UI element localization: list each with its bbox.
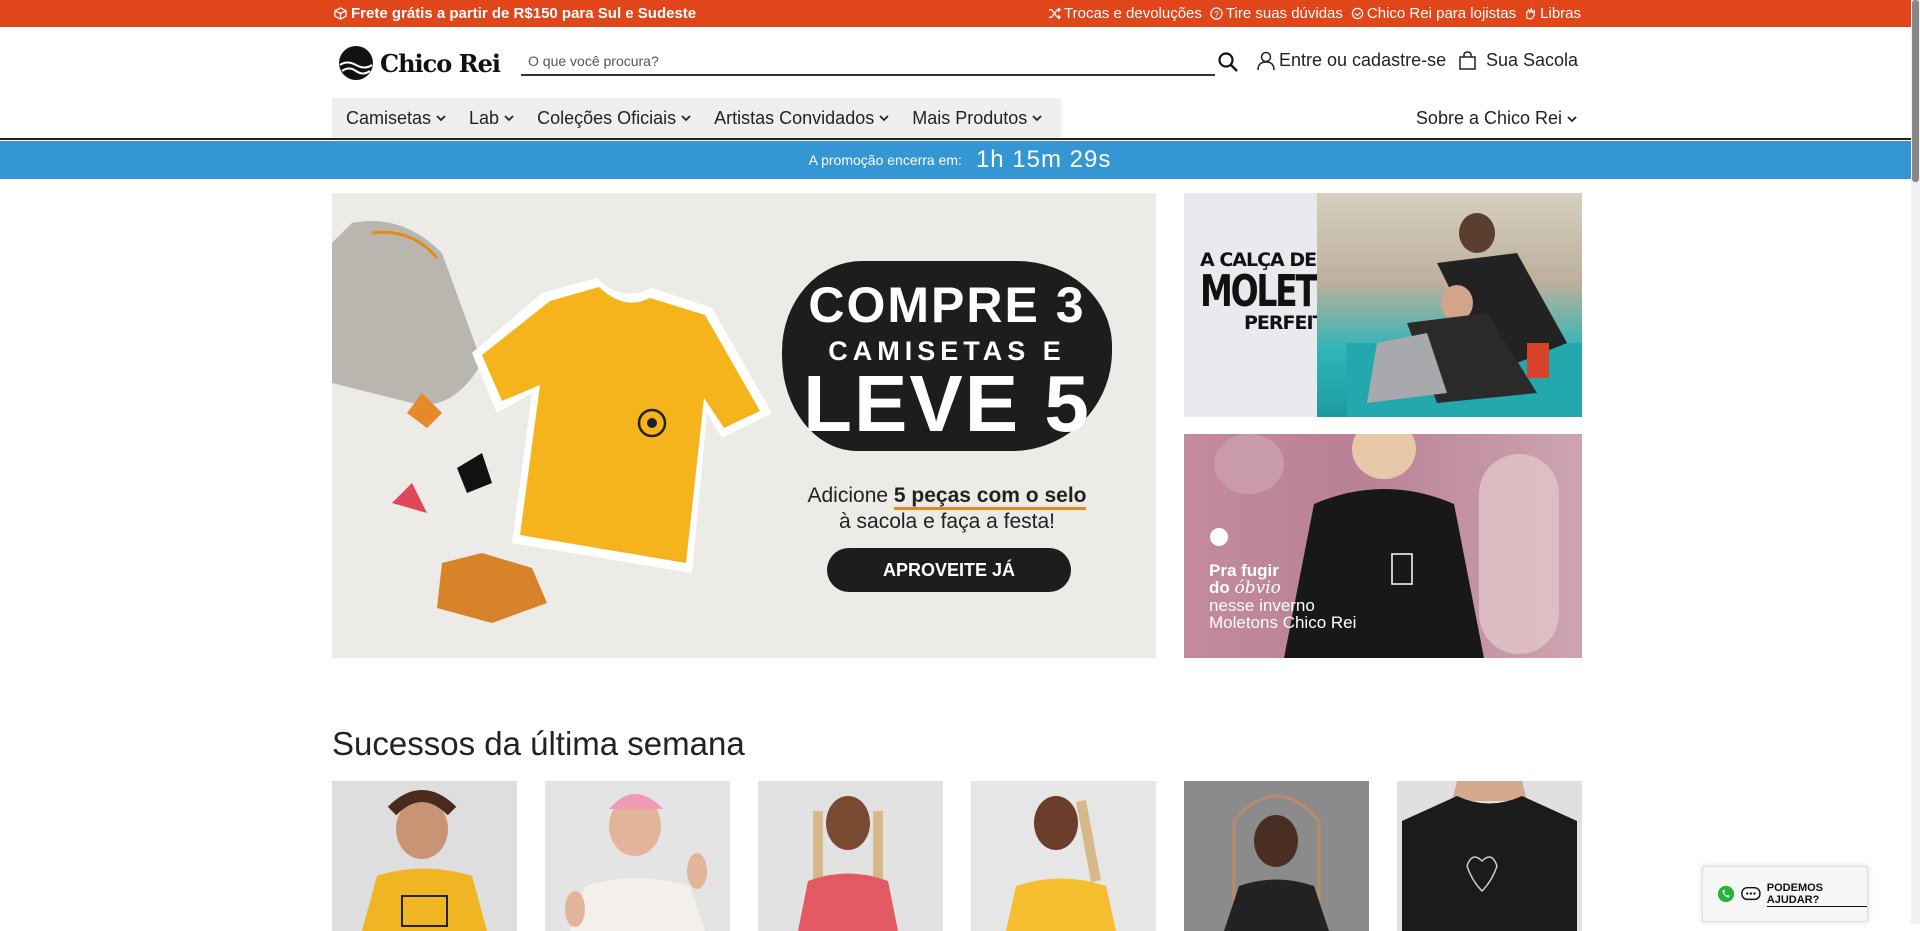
main-nav: Camisetas Lab Coleções Oficiais Artistas… xyxy=(332,98,1062,138)
top-bar: Frete grátis a partir de R$150 para Sul … xyxy=(0,0,1920,27)
chevron-down-icon xyxy=(681,115,691,122)
returns-link[interactable]: Trocas e devoluções xyxy=(1048,5,1202,22)
retailers-link[interactable]: Chico Rei para lojistas xyxy=(1351,5,1516,22)
nav-item-about-label: Sobre a Chico Rei xyxy=(1415,108,1562,128)
yellow-tshirt-illustration xyxy=(472,278,772,573)
nav-item-artistas-label: Artistas Convidados xyxy=(714,107,875,128)
help-chat-label: PODEMOS AJUDAR? xyxy=(1766,882,1867,907)
chevron-down-icon xyxy=(436,115,446,122)
hero-sub-highlight: 5 peças com o selo xyxy=(893,484,1087,510)
chevron-down-icon xyxy=(1567,115,1577,122)
shuffle-icon xyxy=(1048,7,1061,20)
sign-language-icon xyxy=(1524,7,1537,20)
side2-line-2a: do xyxy=(1209,578,1235,597)
whatsapp-icon xyxy=(1717,885,1735,903)
side2-line-2b: óbvio xyxy=(1234,578,1281,598)
product-card[interactable] xyxy=(971,781,1156,931)
search-input[interactable] xyxy=(521,49,1215,73)
hero-line-3: LEVE 5 xyxy=(803,359,1091,448)
nav-item-mais-produtos-label: Mais Produtos xyxy=(912,107,1028,128)
libras-link-label: Libras xyxy=(1540,5,1581,22)
chevron-down-icon xyxy=(1032,115,1042,122)
side-banner-sweatshirts[interactable]: Pra fugir do óbvio nesse inverno Moleton… xyxy=(1184,434,1582,658)
orange-tshirt-illustration xyxy=(437,553,547,623)
shopping-bag-link[interactable]: Sua Sacola xyxy=(1459,50,1578,71)
side2-line-1: Pra fugir xyxy=(1209,561,1279,580)
section-title-best-sellers: Sucessos da última semana xyxy=(332,725,745,762)
product-card[interactable] xyxy=(332,781,517,931)
hero-line-1: COMPRE 3 xyxy=(808,277,1086,333)
side-banner-sweatshirts-text: Pra fugir do óbvio nesse inverno Moleton… xyxy=(1209,562,1356,631)
retailers-link-label: Chico Rei para lojistas xyxy=(1366,5,1517,22)
box-icon xyxy=(334,7,347,20)
product-card[interactable] xyxy=(1397,781,1582,931)
top-links: Trocas e devoluções ? Tire suas dúvidas … xyxy=(1048,5,1581,22)
faq-link[interactable]: ? Tire suas dúvidas xyxy=(1210,5,1343,22)
chevron-down-icon xyxy=(879,115,889,122)
promo-timer: 1h 15m 29s xyxy=(975,146,1112,173)
product-card[interactable] xyxy=(758,781,943,931)
free-shipping-text: Frete grátis a partir de R$150 para Sul … xyxy=(351,5,697,22)
chat-bubble-icon xyxy=(1741,886,1761,901)
side-banner-sweatpants[interactable]: A CALÇA DE MOLETOM PERFEITA xyxy=(1184,193,1582,417)
nav-item-artistas[interactable]: Artistas Convidados xyxy=(714,108,890,129)
login-link[interactable]: Entre ou cadastre-se xyxy=(1257,50,1446,71)
hero-cta-button[interactable]: APROVEITE JÁ xyxy=(827,548,1071,592)
logo[interactable]: Chico Rei xyxy=(338,45,501,81)
search-icon[interactable] xyxy=(1217,51,1239,73)
bag-icon xyxy=(1459,51,1476,70)
nav-item-camisetas-label: Camisetas xyxy=(346,107,432,128)
returns-link-label: Trocas e devoluções xyxy=(1064,5,1202,22)
side2-line-4: Moletons Chico Rei xyxy=(1209,613,1357,632)
models-photo-illustration xyxy=(1347,213,1582,417)
promo-label: A promoção encerra em: xyxy=(808,152,962,168)
nav-item-about[interactable]: Sobre a Chico Rei xyxy=(1416,108,1578,129)
scrollbar-thumb[interactable] xyxy=(1912,0,1919,182)
logo-wordmark: Chico Rei xyxy=(380,48,501,78)
nav-item-camisetas[interactable]: Camisetas xyxy=(346,108,447,129)
product-image xyxy=(798,796,898,931)
product-image xyxy=(362,790,487,931)
bag-label: Sua Sacola xyxy=(1486,50,1579,70)
faq-link-label: Tire suas dúvidas xyxy=(1225,5,1343,22)
product-image xyxy=(1402,781,1577,931)
svg-text:?: ? xyxy=(1214,9,1219,19)
help-chat-widget[interactable]: PODEMOS AJUDAR? xyxy=(1702,866,1868,922)
product-carousel xyxy=(332,781,1582,931)
page-scrollbar[interactable] xyxy=(1911,0,1920,924)
product-card[interactable] xyxy=(545,781,730,931)
site-header: Chico Rei Entre ou cadastre-se Sua Sacol… xyxy=(0,27,1920,140)
nav-item-lab[interactable]: Lab xyxy=(469,108,515,129)
libras-link[interactable]: Libras xyxy=(1524,5,1581,22)
nav-item-colecoes[interactable]: Coleções Oficiais xyxy=(537,108,692,129)
question-icon: ? xyxy=(1210,7,1223,20)
hero-sub-line-2: à sacola e faça a festa! xyxy=(839,510,1055,533)
search-bar xyxy=(521,49,1215,76)
logo-mark-icon xyxy=(339,46,373,80)
nav-item-mais-produtos[interactable]: Mais Produtos xyxy=(912,108,1043,129)
nav-item-lab-label: Lab xyxy=(469,107,500,128)
nav-item-colecoes-label: Coleções Oficiais xyxy=(537,107,677,128)
chevron-down-icon xyxy=(504,115,514,122)
side2-line-3: nesse inverno xyxy=(1209,596,1315,615)
free-shipping-notice[interactable]: Frete grátis a partir de R$150 para Sul … xyxy=(334,5,696,22)
side-banner-sweatpants-photo xyxy=(1317,193,1582,417)
user-icon xyxy=(1257,51,1275,70)
hero-sub-line-1: Adicione 5 peças com o selo xyxy=(782,484,1112,510)
hero-sub-prefix: Adicione xyxy=(807,484,894,507)
product-image xyxy=(1006,796,1116,931)
login-label: Entre ou cadastre-se xyxy=(1279,50,1447,70)
product-card[interactable] xyxy=(1184,781,1369,931)
product-image xyxy=(565,794,707,931)
promo-countdown-bar: A promoção encerra em: 1h 15m 29s xyxy=(0,141,1920,179)
product-image xyxy=(1224,794,1329,931)
handshake-icon xyxy=(1351,7,1364,20)
hero-banner[interactable]: COMPRE 3 CAMISETAS E LEVE 5 Adicione 5 p… xyxy=(332,193,1156,658)
